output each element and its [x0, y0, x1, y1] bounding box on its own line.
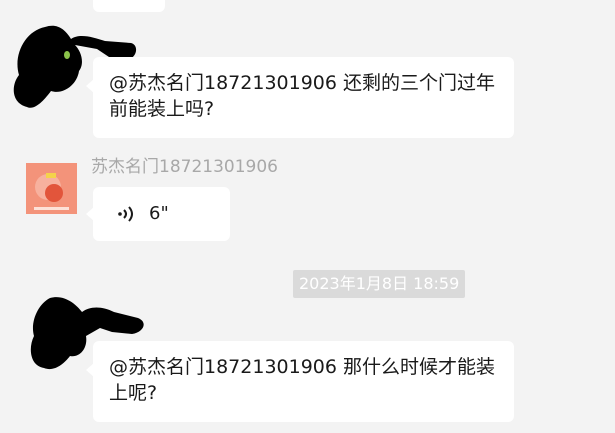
voice-message-bubble[interactable]: 6"	[86, 187, 230, 241]
voice-duration: 6"	[149, 203, 169, 224]
sender-name: 苏杰名门18721301906	[91, 157, 278, 177]
timestamp: 2023年1月8日 18:59	[293, 270, 466, 298]
bubble-tail	[86, 363, 94, 377]
bubble-tail	[86, 79, 94, 93]
bubble-tail	[86, 207, 94, 221]
voice-wave-icon	[118, 206, 133, 222]
message-bubble[interactable]: @苏杰名门18721301906 还剩的三个门过年前能装上吗?	[86, 57, 514, 138]
message-bubble[interactable]: @苏杰名门18721301906 那什么时候才能装上呢?	[86, 341, 514, 422]
message-text: @苏杰名门18721301906 还剩的三个门过年前能装上吗?	[109, 72, 496, 120]
message-text: @苏杰名门18721301906 那什么时候才能装上呢?	[109, 356, 496, 404]
avatar[interactable]	[26, 163, 77, 214]
avatar-image	[26, 163, 77, 214]
message-bubble-partial[interactable]	[93, 0, 165, 12]
